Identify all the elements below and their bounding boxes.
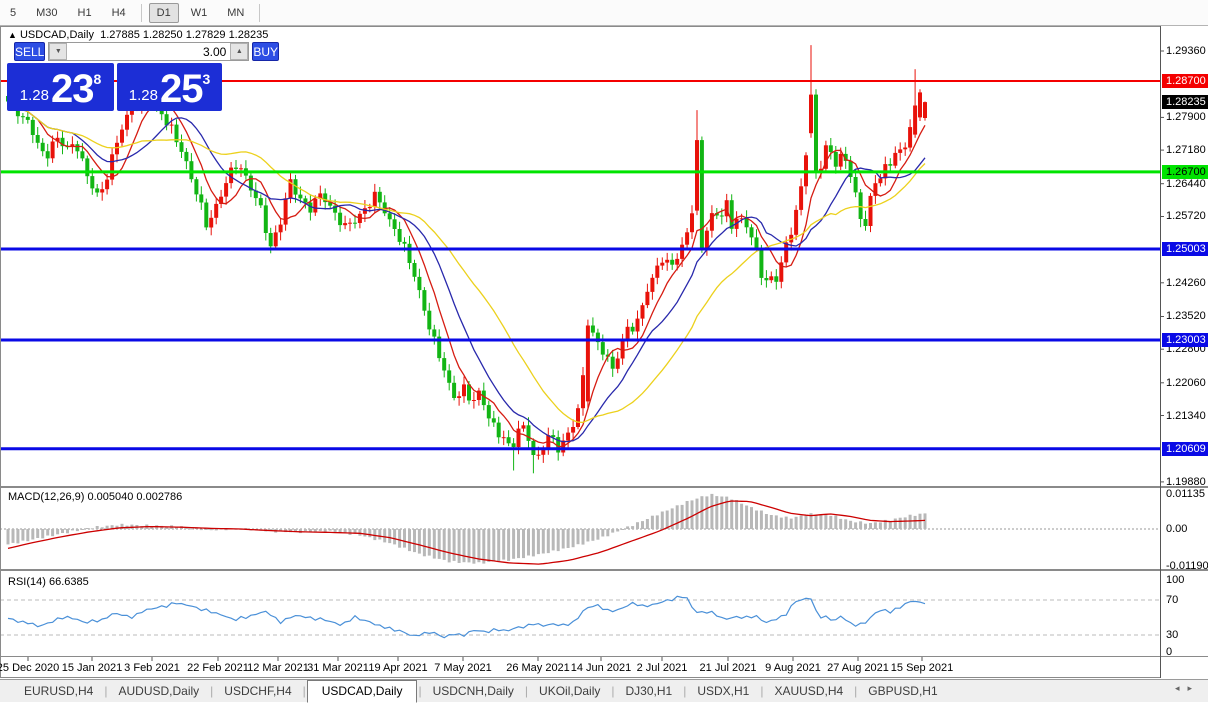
price-level-badge: 1.25003: [1162, 242, 1208, 256]
toolbar-separator: [259, 4, 260, 22]
price-tick-label: 1.26440: [1166, 178, 1206, 190]
chart-tab-gbpusd[interactable]: GBPUSD,H1: [858, 682, 947, 700]
date-tick-label: 12 Mar 2021: [247, 662, 309, 674]
symbol-ohlc-line: ▲ USDCAD,Daily 1.27885 1.28250 1.27829 1…: [8, 29, 268, 41]
price-tick-label: 1.19880: [1166, 476, 1206, 488]
volume-decrease-button[interactable]: ▼: [49, 43, 67, 60]
price-level-badge: 1.26700: [1162, 165, 1208, 179]
buy-price-prefix: 1.28: [129, 83, 158, 109]
timeframe-button-m30[interactable]: M30: [28, 3, 65, 23]
chart-tab-usdchf[interactable]: USDCHF,H4: [214, 682, 301, 700]
price-tick-label: 1.24260: [1166, 277, 1206, 289]
price-tick-label: 1.29360: [1166, 45, 1206, 57]
buy-price-box[interactable]: 1.28253: [117, 63, 222, 111]
buy-price-pip: 3: [202, 71, 210, 87]
toolbar-separator: [141, 4, 142, 22]
buy-price-big: 25: [160, 69, 203, 109]
buy-button[interactable]: BUY: [252, 42, 279, 61]
timeframe-toolbar: 5M30H1H4 D1W1MN: [0, 0, 1208, 26]
date-tick-label: 15 Sep 2021: [891, 662, 953, 674]
date-tick-label: 14 Jun 2021: [571, 662, 632, 674]
one-click-trade-panel: SELL ▼ ▲ BUY 1.28238 1.28253: [7, 42, 222, 111]
price-level-badge: 1.28700: [1162, 74, 1208, 88]
rsi-scale-label: 0: [1166, 646, 1172, 658]
rsi-label: RSI(14) 66.6385: [8, 576, 89, 588]
timeframe-button-w1[interactable]: W1: [183, 3, 216, 23]
date-tick-label: 3 Feb 2021: [124, 662, 180, 674]
chart-tab-xauusd[interactable]: XAUUSD,H4: [764, 682, 853, 700]
price-tick-label: 1.21340: [1166, 410, 1206, 422]
open-value: 1.27885: [100, 29, 140, 41]
macd-scale-label: 0.00: [1166, 523, 1187, 535]
price-tick-label: 1.22060: [1166, 377, 1206, 389]
rsi-scale-label: 30: [1166, 629, 1178, 641]
chart-tab-audusd[interactable]: AUDUSD,Daily: [108, 682, 209, 700]
sell-price-pip: 8: [93, 71, 101, 87]
chart-tab-usdcnh[interactable]: USDCNH,Daily: [423, 682, 524, 700]
sell-price-big: 23: [51, 69, 94, 109]
price-tick-label: 1.25720: [1166, 210, 1206, 222]
chart-tab-eurusd[interactable]: EURUSD,H4: [14, 682, 103, 700]
chart-tab-usdx[interactable]: USDX,H1: [687, 682, 759, 700]
date-tick-label: 9 Aug 2021: [765, 662, 821, 674]
date-tick-label: 22 Feb 2021: [187, 662, 249, 674]
sell-button[interactable]: SELL: [14, 42, 45, 61]
date-tick-label: 31 Mar 2021: [307, 662, 369, 674]
timeframe-button-d1[interactable]: D1: [149, 3, 179, 23]
price-tick-label: 1.23520: [1166, 310, 1206, 322]
date-tick-label: 19 Apr 2021: [368, 662, 427, 674]
tab-scroll-arrows: ◂▸: [1175, 683, 1200, 694]
chart-tab-usdcad[interactable]: USDCAD,Daily: [307, 680, 418, 703]
timeframe-button-h1[interactable]: H1: [70, 3, 100, 23]
high-value: 1.28250: [143, 29, 183, 41]
date-tick-label: 25 Dec 2020: [0, 662, 59, 674]
timeframe-button-mn[interactable]: MN: [219, 3, 252, 23]
tab-scroll-right-icon[interactable]: ▸: [1187, 683, 1200, 693]
tab-scroll-left-icon[interactable]: ◂: [1175, 683, 1188, 693]
macd-scale-label: 0.01135: [1166, 488, 1205, 500]
sell-price-box[interactable]: 1.28238: [7, 63, 114, 111]
close-value: 1.28235: [229, 29, 269, 41]
date-tick-label: 7 May 2021: [434, 662, 491, 674]
volume-stepper: ▼ ▲: [48, 42, 249, 61]
date-tick-label: 26 May 2021: [506, 662, 570, 674]
sell-price-prefix: 1.28: [20, 83, 49, 109]
timeframe-button-5[interactable]: 5: [2, 3, 24, 23]
price-tick-label: 1.27180: [1166, 144, 1206, 156]
rsi-scale-label: 70: [1166, 594, 1178, 606]
chart-tab-bar: EURUSD,H4|AUDUSD,Daily|USDCHF,H4|USDCAD,…: [0, 679, 1208, 702]
date-tick-label: 15 Jan 2021: [62, 662, 123, 674]
date-tick-label: 2 Jul 2021: [637, 662, 688, 674]
price-tick-label: 1.27900: [1166, 111, 1206, 123]
volume-input[interactable]: [67, 43, 230, 60]
price-level-badge: 1.23003: [1162, 333, 1208, 347]
volume-increase-button[interactable]: ▲: [230, 43, 248, 60]
chart-tab-dj30[interactable]: DJ30,H1: [616, 682, 683, 700]
price-level-badge: 1.28235: [1162, 95, 1208, 109]
symbol-name: USDCAD,Daily: [20, 29, 94, 41]
chart-tab-ukoil[interactable]: UKOil,Daily: [529, 682, 610, 700]
macd-scale-label: -0.01190: [1166, 560, 1208, 572]
timeframe-button-h4[interactable]: H4: [104, 3, 134, 23]
price-level-badge: 1.20609: [1162, 442, 1208, 456]
collapse-triangle-icon[interactable]: ▲: [8, 30, 17, 40]
date-tick-label: 27 Aug 2021: [827, 662, 889, 674]
macd-label: MACD(12,26,9) 0.005040 0.002786: [8, 491, 182, 503]
low-value: 1.27829: [186, 29, 226, 41]
rsi-scale-label: 100: [1166, 574, 1184, 586]
date-tick-label: 21 Jul 2021: [700, 662, 757, 674]
